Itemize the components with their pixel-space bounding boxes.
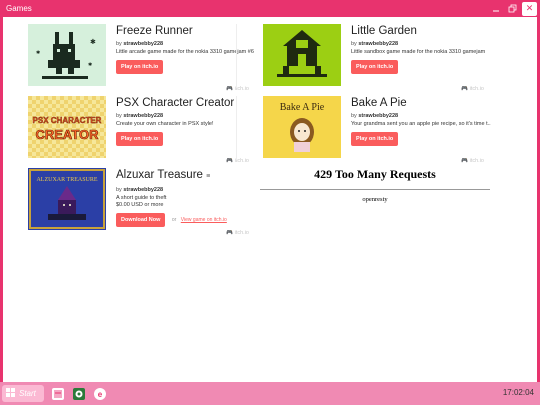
game-description: Little arcade game made for the nokia 33… [116, 49, 254, 55]
itch-badge[interactable]: 🎮 itch.io [226, 158, 249, 164]
windows-logo-icon [6, 387, 16, 400]
error-divider [260, 189, 490, 190]
svg-text:✱: ✱ [90, 38, 96, 46]
game-card: ✱ ✱ ✱ Freeze Runner by strawbebby228 Lit… [28, 24, 256, 92]
maximize-icon[interactable] [505, 2, 520, 16]
menu-icon: ≡ [206, 173, 211, 180]
game-title-text: Alzuxar Treasure [116, 169, 203, 181]
title-bar[interactable]: Games ✕ [0, 0, 540, 17]
thumb-text: CREATOR [35, 127, 99, 142]
game-card: Bake A Pie Bake A Pie by strawbebby228 Y… [263, 96, 491, 164]
view-on-itch-link[interactable]: View game on itch.io [181, 217, 227, 223]
game-card: ALZUXAR TREASURE Alzuxar Treasure ≡ by s… [28, 168, 256, 236]
by-label: by [116, 187, 122, 193]
error-heading: 429 Too Many Requests [314, 167, 436, 181]
by-label: by [116, 113, 122, 119]
games-icon[interactable] [72, 387, 86, 401]
error-server: openresty [362, 196, 388, 203]
window-title: Games [6, 4, 32, 13]
error-frame: 429 Too Many Requests openresty [260, 167, 490, 203]
itch-badge[interactable]: 🎮 itch.io [226, 86, 249, 92]
divider [236, 96, 237, 160]
itch-badge-label: itch.io [469, 86, 484, 92]
game-description: A short guide to theft [116, 195, 167, 201]
taskbar: Start e 17:02:04 [0, 382, 540, 405]
start-button[interactable]: Start [2, 385, 44, 402]
by-label: by [351, 41, 357, 47]
game-title[interactable]: Alzuxar Treasure ≡ [116, 168, 256, 184]
game-card: PSX CHARACTER CREATOR PSX Character Crea… [28, 96, 256, 164]
notepad-icon[interactable] [51, 387, 65, 401]
author-link[interactable]: strawbebby228 [358, 41, 398, 47]
game-thumbnail[interactable]: ALZUXAR TREASURE [28, 168, 106, 230]
itch-badge[interactable]: 🎮 itch.io [226, 230, 249, 236]
by-label: by [351, 113, 357, 119]
game-title[interactable]: PSX Character Creator [116, 96, 256, 110]
author-link[interactable]: strawbebby228 [123, 41, 163, 47]
game-title[interactable]: Freeze Runner [116, 24, 256, 38]
itch-badge-label: itch.io [469, 158, 484, 164]
play-button[interactable]: Play on itch.io [351, 60, 399, 74]
game-title[interactable]: Little Garden [351, 24, 491, 38]
play-button[interactable]: Play on itch.io [116, 132, 164, 146]
game-price: $0.00 USD or more [116, 202, 164, 208]
play-button[interactable]: Play on itch.io [351, 132, 399, 146]
game-card: Little Garden by strawbebby228 Little sa… [263, 24, 491, 92]
start-label: Start [19, 389, 36, 398]
author-link[interactable]: strawbebby228 [123, 113, 163, 119]
close-icon[interactable]: ✕ [522, 1, 537, 16]
by-label: by [116, 41, 122, 47]
author-link[interactable]: strawbebby228 [123, 187, 163, 193]
game-thumbnail[interactable]: Bake A Pie [263, 96, 341, 158]
window-content: ✱ ✱ ✱ Freeze Runner by strawbebby228 Lit… [3, 17, 537, 382]
browser-icon[interactable]: e [93, 387, 107, 401]
itch-badge[interactable]: 🎮 itch.io [461, 86, 484, 92]
game-description: Little sandbox game made for the nokia 3… [351, 49, 486, 55]
game-title[interactable]: Bake A Pie [351, 96, 491, 110]
games-window: Games ✕ ✱ ✱ ✱ Freeze Runner by strawbebb… [0, 0, 540, 382]
divider [236, 24, 237, 88]
minimize-icon[interactable] [488, 2, 503, 16]
game-thumbnail[interactable] [263, 24, 341, 86]
thumb-text: Bake A Pie [280, 102, 325, 113]
thumb-text: PSX CHARACTER [33, 116, 102, 125]
game-description: Create your own character in PSX style! [116, 121, 214, 127]
author-link[interactable]: strawbebby228 [358, 113, 398, 119]
svg-text:e: e [98, 390, 103, 399]
taskbar-clock: 17:02:04 [502, 388, 534, 397]
game-description: Your grandma sent you an apple pie recip… [351, 121, 491, 127]
game-thumbnail[interactable]: ✱ ✱ ✱ [28, 24, 106, 86]
game-thumbnail[interactable]: PSX CHARACTER CREATOR [28, 96, 106, 158]
or-label: or [171, 217, 177, 223]
itch-badge[interactable]: 🎮 itch.io [461, 158, 484, 164]
thumb-text: ALZUXAR TREASURE [36, 177, 97, 183]
download-button[interactable]: Download Now [116, 213, 166, 227]
itch-badge-label: itch.io [234, 230, 249, 236]
play-button[interactable]: Play on itch.io [116, 60, 164, 74]
